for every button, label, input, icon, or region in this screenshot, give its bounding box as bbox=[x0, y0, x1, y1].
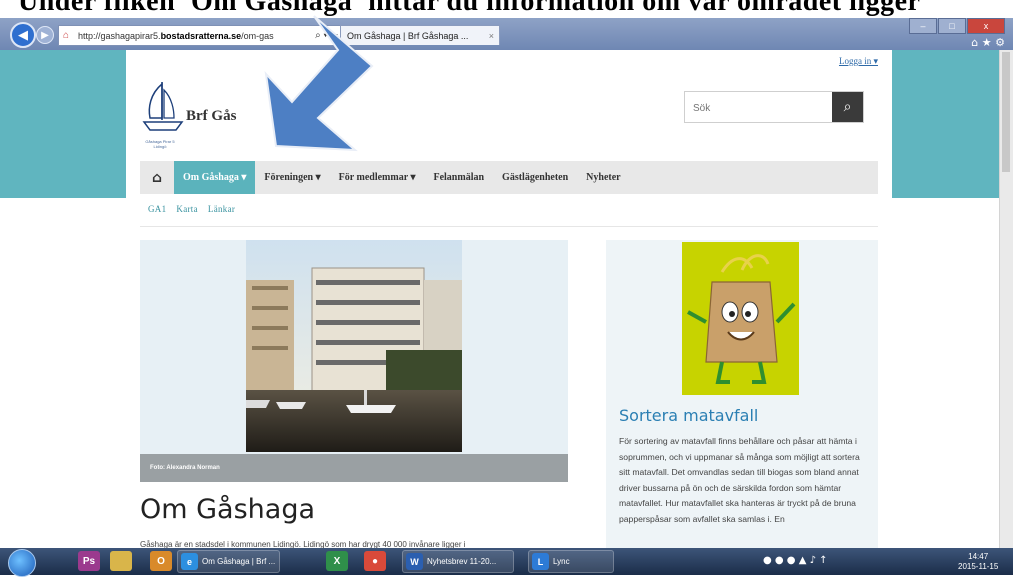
nav-for-medlemmar[interactable]: För medlemmar ▾ bbox=[330, 161, 425, 194]
taskbar-word-button[interactable]: W Nyhetsbrev 11-20... bbox=[402, 550, 514, 573]
site-title[interactable]: Brf Gås bbox=[186, 108, 236, 125]
window-controls: – □ x bbox=[908, 18, 1005, 34]
address-tools-icon[interactable]: ⌕ ▾ ☰ bbox=[315, 30, 338, 41]
main-navigation: ⌂ Om Gåshaga ▾ Föreningen ▾ För medlemma… bbox=[140, 161, 878, 194]
url-host: http://gashagapirar5.bostadsratterna.se/… bbox=[78, 31, 274, 41]
sidebar-title[interactable]: Sortera matavfall bbox=[619, 406, 758, 425]
sidebar-card: Sortera matavfall För sortering av matav… bbox=[606, 240, 878, 548]
ie-icon: e bbox=[181, 553, 198, 570]
home-star-gear-icons[interactable]: ⌂ ★ ⚙ bbox=[971, 36, 1005, 49]
page-title: Om Gåshaga bbox=[140, 494, 316, 525]
taskbar-browser-label: Om Gåshaga | Brf ... bbox=[202, 557, 276, 566]
sub-navigation: GA1 Karta Länkar bbox=[148, 204, 235, 214]
file-explorer-icon[interactable] bbox=[110, 551, 132, 571]
maximize-button[interactable]: □ bbox=[938, 18, 966, 34]
harbor-building-photo bbox=[246, 240, 462, 452]
favicon-icon: ⌂ bbox=[63, 29, 70, 41]
taskbar-browser-button[interactable]: e Om Gåshaga | Brf ... bbox=[177, 550, 280, 573]
clock[interactable]: 14:47 2015-11-15 bbox=[958, 552, 998, 572]
nav-om-gashaga[interactable]: Om Gåshaga ▾ bbox=[174, 161, 256, 194]
forward-button[interactable]: ▶ bbox=[36, 26, 54, 44]
browser-tab[interactable]: Om Gåshaga | Brf Gåshaga ... × bbox=[340, 25, 500, 45]
nav-foreningen[interactable]: Föreningen ▾ bbox=[255, 161, 329, 194]
logo-subtitle: Gåshaga Pirar 5 Lidingö bbox=[145, 139, 175, 149]
page-content: Logga in ▾ Brf Gås Gåshaga Pirar 5 Lidin… bbox=[126, 50, 892, 548]
clock-time: 14:47 bbox=[968, 552, 989, 561]
subnav-ga1[interactable]: GA1 bbox=[148, 204, 166, 214]
word-icon: W bbox=[406, 553, 423, 570]
taskbar-lync-button[interactable]: L Lync bbox=[528, 550, 614, 573]
back-button[interactable]: ◀ bbox=[10, 22, 36, 48]
minimize-button[interactable]: – bbox=[909, 18, 937, 34]
nav-felanmalan[interactable]: Felanmälan bbox=[424, 161, 493, 194]
url-plain: http://gashagapirar5. bbox=[78, 30, 161, 41]
subnav-karta[interactable]: Karta bbox=[176, 204, 198, 214]
tab-title: Om Gåshaga | Brf Gåshaga ... bbox=[347, 30, 469, 41]
system-tray-icons[interactable]: ● ● ● ▲ ♪ ↑ bbox=[763, 555, 828, 566]
tab-close-icon[interactable]: × bbox=[489, 31, 494, 41]
web-page: Logga in ▾ Brf Gås Gåshaga Pirar 5 Lidin… bbox=[0, 50, 1013, 548]
photo-caption: Foto: Alexandra Norman bbox=[150, 465, 220, 471]
outlook-icon[interactable]: O bbox=[150, 551, 172, 571]
photoshop-icon[interactable]: Ps bbox=[78, 551, 100, 571]
nav-nyheter[interactable]: Nyheter bbox=[577, 161, 629, 194]
excel-icon[interactable]: X bbox=[326, 551, 348, 571]
address-bar[interactable]: ⌂ http://gashagapirar5.bostadsratterna.s… bbox=[58, 25, 343, 46]
search-icon: ⌕ bbox=[843, 99, 852, 115]
nav-gastlagenheten[interactable]: Gästlägenheten bbox=[493, 161, 577, 194]
document-caption-text: Under fliken 'Om Gåshaga' hittar du info… bbox=[18, 0, 921, 17]
subnav-lankar[interactable]: Länkar bbox=[208, 204, 235, 214]
sailboat-logo-icon[interactable] bbox=[140, 76, 186, 144]
search-box: ⌕ bbox=[684, 91, 864, 124]
search-input[interactable] bbox=[691, 92, 825, 124]
scrollbar-thumb[interactable] bbox=[1002, 52, 1010, 172]
url-rest: /om-gas bbox=[241, 30, 274, 41]
close-window-button[interactable]: x bbox=[967, 18, 1005, 34]
taskbar-word-label: Nyhetsbrev 11-20... bbox=[427, 557, 497, 566]
taskbar-lync-label: Lync bbox=[553, 557, 570, 566]
sidebar-text: För sortering av matavfall finns behålla… bbox=[619, 436, 860, 524]
home-icon[interactable]: ⌂ bbox=[140, 161, 174, 194]
lync-icon: L bbox=[532, 553, 549, 570]
scrollbar[interactable] bbox=[999, 50, 1013, 548]
url-bold: bostadsratterna.se bbox=[160, 30, 242, 41]
hero-image-panel: Foto: Alexandra Norman bbox=[140, 240, 568, 482]
start-button[interactable] bbox=[8, 549, 36, 577]
browser-toolbar: ◀ ▶ ⌂ http://gashagapirar5.bostadsratter… bbox=[0, 18, 1013, 50]
clock-date: 2015-11-15 bbox=[958, 562, 999, 571]
food-waste-bag-illustration[interactable] bbox=[682, 242, 799, 395]
chrome-icon[interactable]: ● bbox=[364, 551, 386, 571]
taskbar: Ps O e Om Gåshaga | Brf ... X ● W Nyhets… bbox=[0, 548, 1013, 577]
intro-text: Gåshaga är en stadsdel i kommunen Liding… bbox=[140, 540, 466, 548]
divider bbox=[140, 226, 878, 227]
login-link[interactable]: Logga in ▾ bbox=[839, 56, 878, 67]
document-caption: Under fliken 'Om Gåshaga' hittar du info… bbox=[0, 0, 1013, 18]
search-button[interactable]: ⌕ bbox=[832, 92, 863, 122]
